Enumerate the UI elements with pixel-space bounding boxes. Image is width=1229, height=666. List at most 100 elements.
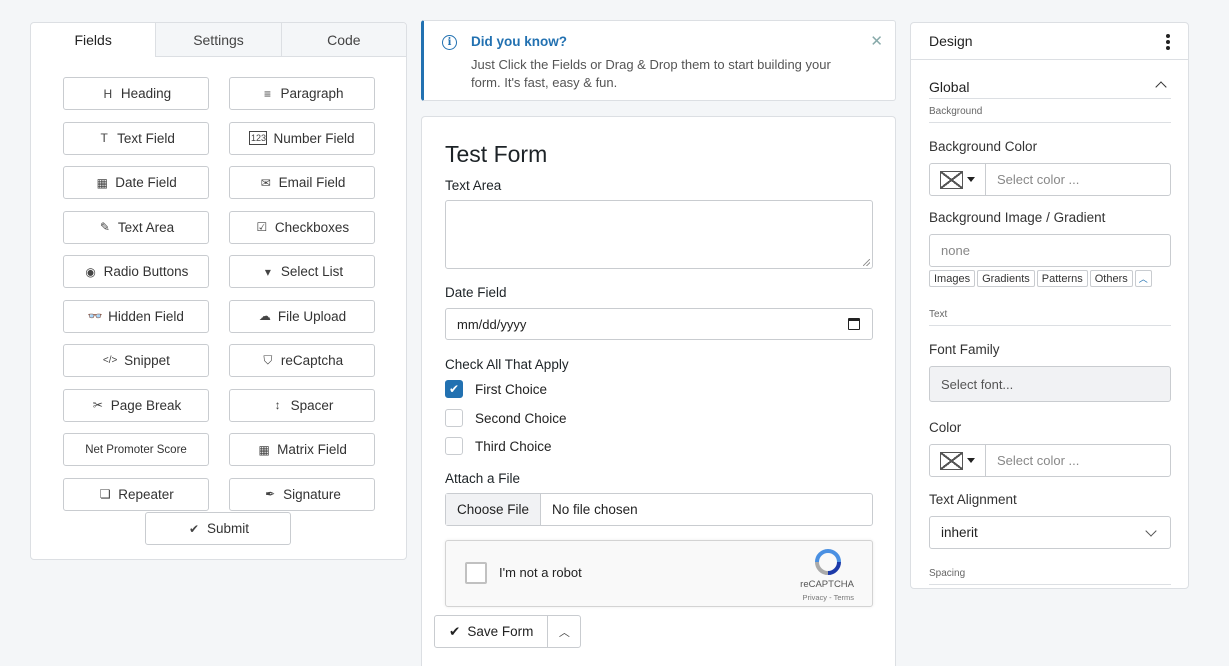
- add-repeater-button[interactable]: ❏ Repeater: [63, 477, 209, 511]
- chip-images[interactable]: Images: [929, 270, 976, 287]
- text-alignment-value: inherit: [941, 525, 978, 540]
- date-input[interactable]: mm/dd/yyyy: [445, 308, 873, 340]
- add-checkboxes-button[interactable]: ☑ Checkboxes: [229, 210, 375, 244]
- text-color-picker[interactable]: Select color ...: [929, 444, 1171, 477]
- checkbox[interactable]: [445, 409, 463, 427]
- field-button-label: Repeater: [118, 486, 174, 502]
- add-date-field-button[interactable]: ▦ Date Field: [63, 166, 209, 199]
- recaptcha-terms[interactable]: Privacy - Terms: [802, 593, 854, 602]
- design-panel: Design Global Background Background Colo…: [910, 22, 1189, 589]
- choice-third[interactable]: Third Choice: [445, 437, 552, 455]
- table-icon: ▦: [258, 442, 270, 457]
- add-hidden-field-button[interactable]: 👓 Hidden Field: [63, 299, 209, 333]
- add-radio-buttons-button[interactable]: ◉ Radio Buttons: [63, 255, 209, 288]
- text-alignment-select[interactable]: inherit: [929, 516, 1171, 549]
- radio-icon: ◉: [85, 264, 96, 279]
- check-icon: ✔: [449, 623, 461, 639]
- did-you-know-notice: i Did you know? Just Click the Fields or…: [421, 20, 896, 101]
- add-paragraph-button[interactable]: ≡ Paragraph: [229, 77, 375, 110]
- design-title: Design: [929, 33, 973, 49]
- layers-icon: ❏: [99, 487, 111, 501]
- save-form-button[interactable]: ✔ Save Form: [435, 616, 549, 647]
- calendar-icon: ▦: [96, 175, 108, 190]
- field-button-label: Page Break: [110, 397, 182, 413]
- form-title[interactable]: Test Form: [445, 141, 547, 168]
- add-select-list-button[interactable]: ▾ Select List: [229, 255, 375, 288]
- chevron-up-icon[interactable]: ︿: [1134, 270, 1152, 287]
- save-label: Save Form: [467, 624, 534, 639]
- select-icon: ▾: [264, 264, 271, 279]
- add-file-upload-button[interactable]: ☁ File Upload: [229, 299, 375, 333]
- empty-swatch-icon: [940, 170, 963, 189]
- color-swatch-toggle[interactable]: [930, 164, 986, 195]
- font-family-label: Font Family: [929, 342, 1000, 357]
- add-number-field-button[interactable]: 123 Number Field: [229, 121, 375, 155]
- background-subheading: Background: [929, 106, 983, 117]
- notice-title: Did you know?: [471, 34, 567, 49]
- checkbox[interactable]: [445, 437, 463, 455]
- text-subheading: Text: [929, 309, 948, 320]
- add-snippet-button[interactable]: </> Snippet: [63, 344, 209, 377]
- add-recaptcha-button[interactable]: ⛉ reCaptcha: [229, 344, 375, 377]
- font-family-select[interactable]: Select font...: [929, 366, 1171, 402]
- calendar-icon[interactable]: [848, 318, 860, 330]
- field-button-label: Text Field: [117, 130, 175, 146]
- add-net-promoter-score-button[interactable]: Net Promoter Score: [63, 433, 209, 466]
- edit-icon: ✎: [99, 220, 110, 234]
- add-heading-button[interactable]: H Heading: [63, 77, 209, 110]
- text-area-input[interactable]: [445, 200, 873, 269]
- bg-image-options: Images Gradients Patterns Others ︿: [929, 270, 1152, 287]
- field-button-label: Paragraph: [280, 86, 344, 101]
- submit-field-button[interactable]: ✔ Submit: [145, 512, 291, 545]
- chevron-up-icon[interactable]: [1155, 81, 1167, 93]
- text-alignment-label: Text Alignment: [929, 492, 1017, 507]
- choice-label: First Choice: [475, 381, 548, 397]
- chevron-up-icon[interactable]: ︿: [548, 616, 580, 647]
- field-button-label: Text Area: [117, 219, 175, 235]
- tab-fields[interactable]: Fields: [31, 23, 156, 57]
- info-icon: i: [442, 35, 457, 50]
- envelope-icon: ✉: [260, 175, 271, 190]
- checkbox-checked[interactable]: ✔: [445, 380, 463, 398]
- recaptcha-brand: reCAPTCHA: [800, 579, 854, 590]
- bg-image-input[interactable]: none: [929, 234, 1171, 267]
- date-field-label: Date Field: [445, 285, 507, 300]
- choice-second[interactable]: Second Choice: [445, 409, 567, 427]
- choice-first[interactable]: ✔ First Choice: [445, 380, 547, 398]
- divider: [929, 122, 1171, 123]
- tab-code[interactable]: Code: [280, 23, 406, 57]
- divider: [929, 584, 1171, 585]
- field-button-label: Matrix Field: [277, 442, 347, 457]
- kebab-menu-icon[interactable]: [1166, 34, 1170, 50]
- bg-color-input[interactable]: Select color ...: [986, 172, 1079, 187]
- add-text-area-button[interactable]: ✎ Text Area: [63, 210, 209, 244]
- color-swatch-toggle[interactable]: [930, 445, 986, 476]
- tab-settings[interactable]: Settings: [155, 23, 281, 57]
- add-signature-button[interactable]: ✒ Signature: [229, 477, 375, 511]
- add-matrix-field-button[interactable]: ▦ Matrix Field: [229, 433, 375, 466]
- empty-swatch-icon: [940, 451, 963, 470]
- field-button-label: Snippet: [124, 353, 170, 368]
- check-icon: ✔: [188, 521, 200, 536]
- recaptcha-checkbox[interactable]: [465, 562, 487, 584]
- field-button-label: Spacer: [290, 397, 334, 413]
- panel-tabs: Fields Settings Code: [31, 23, 406, 57]
- chip-others[interactable]: Others: [1089, 270, 1133, 287]
- text-color-input[interactable]: Select color ...: [986, 453, 1079, 468]
- chip-patterns[interactable]: Patterns: [1036, 270, 1088, 287]
- choose-file-button[interactable]: Choose File: [446, 494, 542, 525]
- bg-color-picker[interactable]: Select color ...: [929, 163, 1171, 196]
- choice-label: Third Choice: [475, 438, 552, 454]
- add-spacer-button[interactable]: ↕ Spacer: [229, 388, 375, 422]
- global-section-title[interactable]: Global: [929, 79, 969, 95]
- add-page-break-button[interactable]: ✂ Page Break: [63, 388, 209, 422]
- field-buttons-grid: H Heading ≡ Paragraph T Text Field 123 Number F…: [63, 77, 375, 511]
- file-input[interactable]: Choose File No file chosen: [445, 493, 873, 526]
- submit-label: Submit: [206, 521, 250, 536]
- caret-down-icon: [967, 458, 975, 463]
- add-email-field-button[interactable]: ✉ Email Field: [229, 166, 375, 199]
- checkbox-icon: ☑: [256, 220, 268, 234]
- add-text-field-button[interactable]: T Text Field: [63, 121, 209, 155]
- chip-gradients[interactable]: Gradients: [977, 270, 1035, 287]
- close-icon[interactable]: ✕: [870, 32, 883, 50]
